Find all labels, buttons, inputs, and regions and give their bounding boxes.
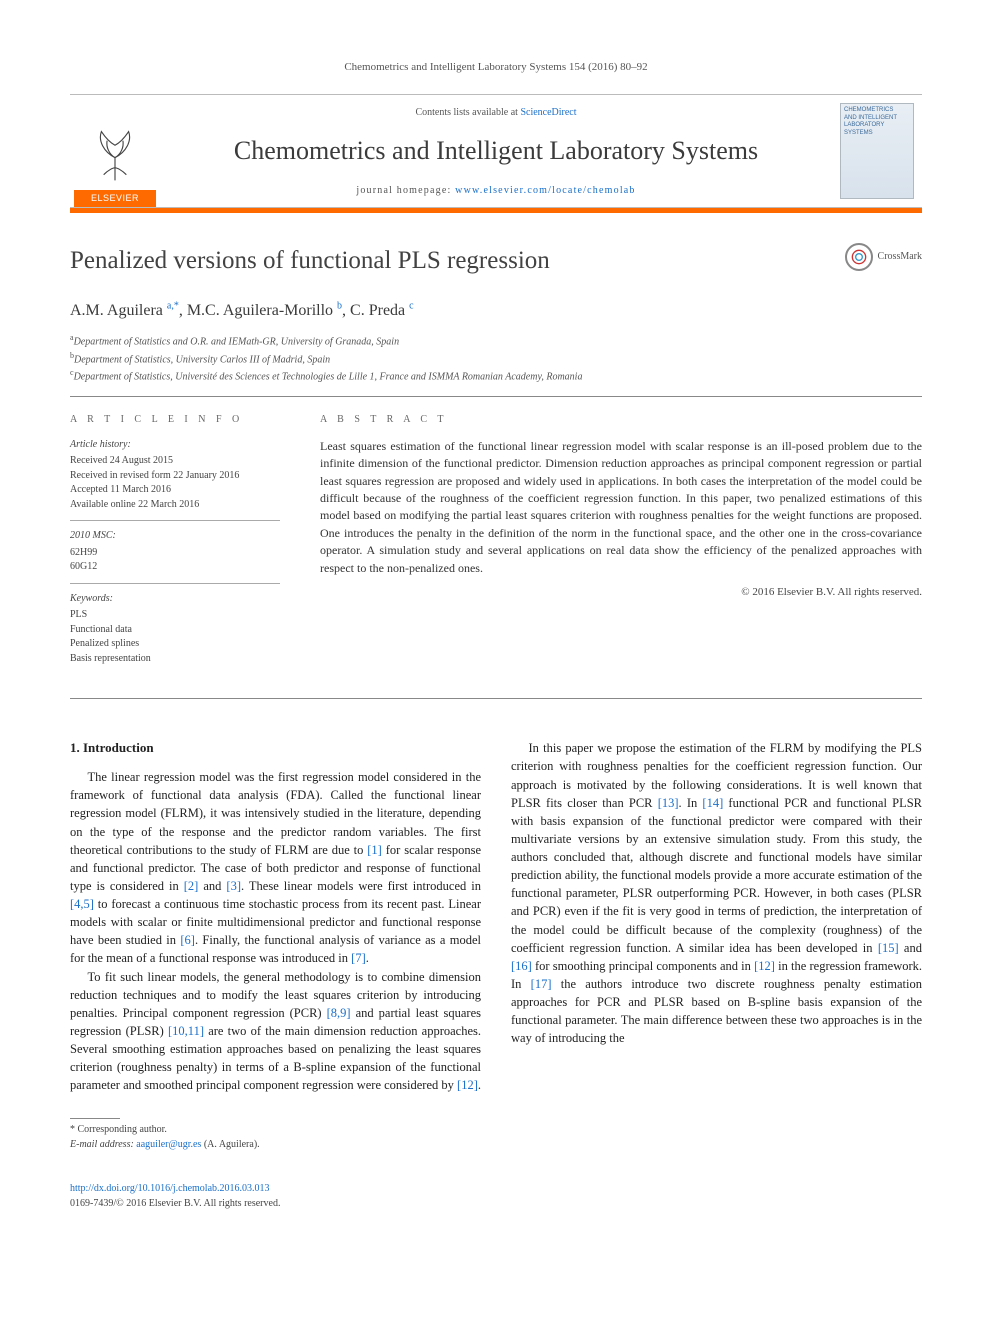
doi-link[interactable]: http://dx.doi.org/10.1016/j.chemolab.201… — [70, 1183, 270, 1194]
masthead: ELSEVIER Contents lists available at Sci… — [70, 94, 922, 208]
footnotes: * Corresponding author. E-mail address: … — [70, 1123, 481, 1152]
history-item: Available online 22 March 2016 — [70, 498, 280, 513]
citation-link[interactable]: [6] — [180, 933, 195, 947]
citation-link[interactable]: [14] — [702, 796, 723, 810]
elsevier-tree-icon — [81, 118, 149, 186]
homepage-prefix: journal homepage: — [356, 185, 455, 196]
body-paragraph: In this paper we propose the estimation … — [511, 739, 922, 1047]
email-line: E-mail address: aaguiler@ugr.es (A. Agui… — [70, 1138, 481, 1153]
citation-link[interactable]: [13] — [658, 796, 679, 810]
msc-item: 60G12 — [70, 560, 280, 575]
citation-link[interactable]: [10,11] — [168, 1024, 204, 1038]
citation-link[interactable]: [17] — [531, 977, 552, 991]
orange-accent-bar — [70, 208, 922, 213]
keyword-item: Functional data — [70, 623, 280, 638]
corresponding-email-link[interactable]: aaguiler@ugr.es — [136, 1139, 201, 1150]
journal-homepage-link[interactable]: www.elsevier.com/locate/chemolab — [455, 185, 635, 196]
body-columns: 1. Introduction The linear regression mo… — [70, 739, 922, 1152]
journal-name: Chemometrics and Intelligent Laboratory … — [170, 132, 822, 170]
history-item: Received 24 August 2015 — [70, 454, 280, 469]
keywords-block: Keywords: PLS Functional data Penalized … — [70, 592, 280, 675]
crossmark-icon — [845, 243, 873, 271]
publisher-label: ELSEVIER — [74, 190, 156, 207]
abstract-column: A B S T R A C T Least squares estimation… — [320, 413, 922, 682]
citation-link[interactable]: [16] — [511, 959, 532, 973]
citation-link[interactable]: [2] — [184, 879, 199, 893]
journal-homepage-line: journal homepage: www.elsevier.com/locat… — [170, 184, 822, 199]
msc-label: 2010 MSC: — [70, 529, 280, 544]
authors-line: A.M. Aguilera a,*, M.C. Aguilera-Morillo… — [70, 299, 922, 322]
keyword-item: Basis representation — [70, 652, 280, 667]
cover-line: SYSTEMS — [844, 130, 910, 137]
body-paragraph: The linear regression model was the firs… — [70, 768, 481, 967]
abstract-text: Least squares estimation of the function… — [320, 438, 922, 577]
abstract-heading: A B S T R A C T — [320, 413, 922, 428]
citation-link[interactable]: [15] — [878, 941, 899, 955]
citation-link[interactable]: [7] — [351, 951, 366, 965]
citation-link[interactable]: [4,5] — [70, 897, 94, 911]
keywords-label: Keywords: — [70, 592, 280, 607]
citation-link[interactable]: [12] — [754, 959, 775, 973]
citation-link[interactable]: [1] — [367, 843, 382, 857]
article-title: Penalized versions of functional PLS reg… — [70, 243, 550, 279]
section-heading-intro: 1. Introduction — [70, 739, 481, 758]
email-attribution: (A. Aguilera). — [204, 1139, 260, 1150]
publisher-block: ELSEVIER — [70, 95, 160, 207]
msc-block: 2010 MSC: 62H99 60G12 — [70, 529, 280, 584]
citation-link[interactable]: [3] — [226, 879, 241, 893]
body-paragraph: To fit such linear models, the general m… — [70, 968, 481, 1095]
contents-prefix: Contents lists available at — [415, 107, 520, 118]
contents-list-line: Contents lists available at ScienceDirec… — [170, 106, 822, 121]
article-info-column: A R T I C L E I N F O Article history: R… — [70, 413, 280, 682]
keyword-item: PLS — [70, 608, 280, 623]
issn-copyright: 0169-7439/© 2016 Elsevier B.V. All right… — [70, 1198, 280, 1209]
sciencedirect-link[interactable]: ScienceDirect — [520, 107, 576, 118]
corresponding-author-note: * Corresponding author. — [70, 1123, 481, 1138]
cover-line: AND INTELLIGENT — [844, 115, 910, 122]
cover-line: CHEMOMETRICS — [844, 107, 910, 114]
history-item: Accepted 11 March 2016 — [70, 483, 280, 498]
footnote-separator — [70, 1118, 120, 1119]
crossmark-label: CrossMark — [878, 250, 922, 265]
keyword-item: Penalized splines — [70, 637, 280, 652]
history-label: Article history: — [70, 438, 280, 453]
history-item: Received in revised form 22 January 2016 — [70, 469, 280, 484]
article-info-heading: A R T I C L E I N F O — [70, 413, 280, 428]
msc-item: 62H99 — [70, 546, 280, 561]
citation-link[interactable]: [12] — [457, 1078, 478, 1092]
footer-block: http://dx.doi.org/10.1016/j.chemolab.201… — [70, 1182, 922, 1211]
journal-cover-thumb: CHEMOMETRICS AND INTELLIGENT LABORATORY … — [832, 95, 922, 207]
citation-link[interactable]: [8,9] — [327, 1006, 351, 1020]
journal-reference: Chemometrics and Intelligent Laboratory … — [70, 60, 922, 76]
abstract-copyright: © 2016 Elsevier B.V. All rights reserved… — [320, 585, 922, 601]
crossmark-badge[interactable]: CrossMark — [845, 243, 922, 271]
affiliations: aDepartment of Statistics and O.R. and I… — [70, 332, 922, 384]
email-label: E-mail address: — [70, 1139, 134, 1150]
cover-line: LABORATORY — [844, 122, 910, 129]
article-history-block: Article history: Received 24 August 2015… — [70, 438, 280, 522]
